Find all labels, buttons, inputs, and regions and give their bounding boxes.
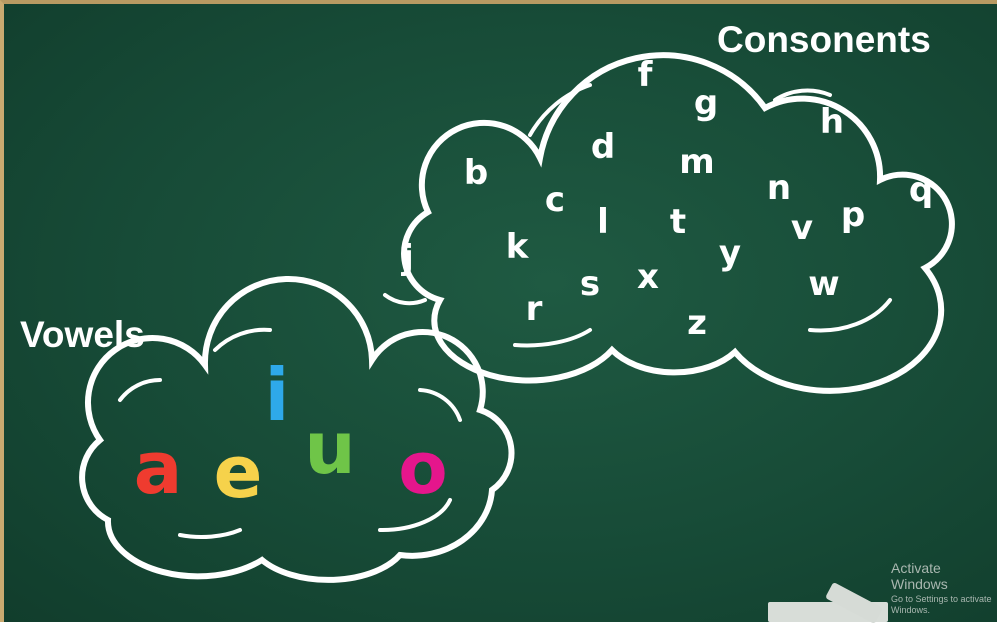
consonant-letter: n [766, 168, 792, 208]
consonant-letter: z [687, 303, 707, 343]
consonant-letter: f [637, 55, 653, 95]
consonant-letter: g [693, 83, 719, 123]
consonant-letter: s [579, 264, 601, 304]
clouds-drawing [79, 52, 955, 583]
consonant-letter: k [505, 227, 529, 267]
consonant-letter: v [790, 208, 814, 248]
consonant-letter: y [718, 233, 742, 273]
consonant-letter: x [637, 257, 659, 297]
activate-windows-title: Activate Windows [891, 560, 948, 592]
consonant-letter: r [525, 289, 543, 329]
vowel-a: a [133, 426, 183, 510]
consonant-letter: l [597, 202, 609, 242]
consonant-letter: j [402, 238, 414, 278]
consonant-letter: p [840, 195, 866, 235]
consonant-letter: b [463, 153, 489, 193]
activate-windows-watermark: Activate Windows Go to Settings to activ… [891, 560, 995, 616]
consonant-letter: m [679, 142, 715, 182]
consonants-title: Consonents [717, 19, 931, 60]
consonant-letter: h [819, 102, 845, 142]
vowels-title: Vowels [20, 314, 145, 355]
consonant-letter: q [908, 170, 934, 210]
consonant-letter: t [669, 202, 687, 242]
vowel-e: e [213, 430, 263, 514]
consonant-letter: w [808, 264, 840, 304]
vowel-i: i [264, 353, 290, 437]
vowel-u: u [304, 406, 356, 490]
activate-windows-subtext: Go to Settings to activate Windows. [891, 594, 992, 615]
consonant-letter: c [544, 180, 566, 220]
vowel-o: o [398, 426, 448, 510]
consonant-letter: d [590, 127, 616, 167]
